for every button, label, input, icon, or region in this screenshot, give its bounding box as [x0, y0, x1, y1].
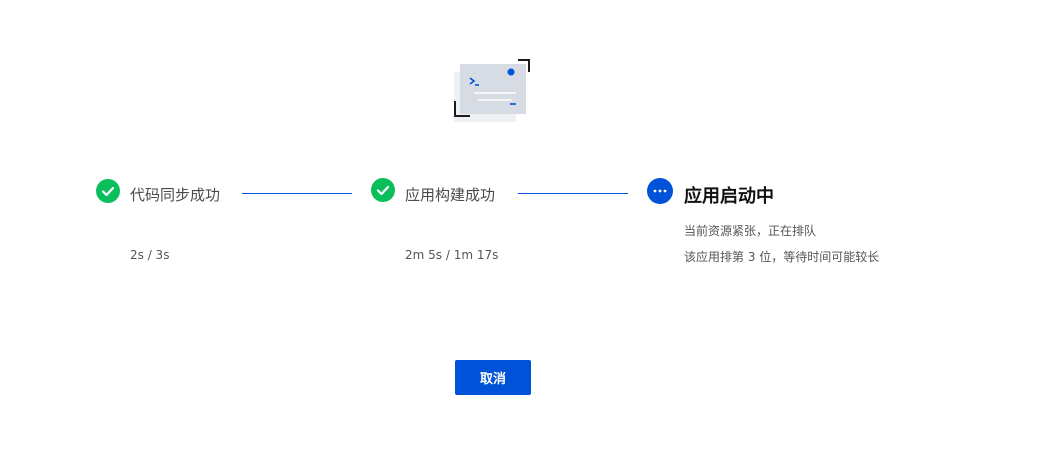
- terminal-window-illustration: [452, 58, 532, 124]
- check-icon: [371, 178, 395, 202]
- check-icon: [96, 179, 120, 203]
- queue-status-text: 当前资源紧张，正在排队: [684, 224, 817, 238]
- step-connector: [518, 193, 628, 194]
- cancel-button[interactable]: 取消: [455, 360, 531, 395]
- step-title: 应用构建成功: [405, 186, 496, 204]
- step-connector: [242, 193, 352, 194]
- step-duration: 2s / 3s: [130, 248, 170, 262]
- step-duration: 2m 5s / 1m 17s: [405, 248, 499, 262]
- more-dots-icon: [647, 178, 673, 204]
- step-title: 代码同步成功: [130, 186, 221, 204]
- queue-position-text: 该应用排第 3 位，等待时间可能较长: [684, 250, 880, 264]
- step-title: 应用启动中: [684, 186, 774, 207]
